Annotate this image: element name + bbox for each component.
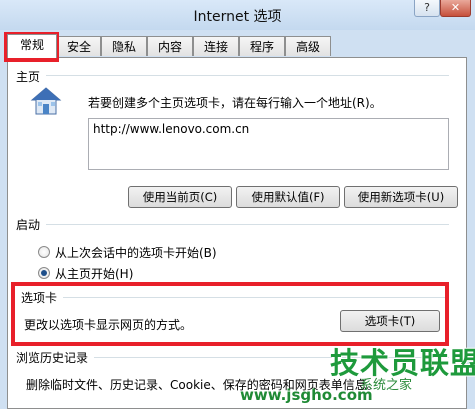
watermark-url: www.jsgho.com — [240, 386, 373, 404]
startup-home-radio[interactable] — [38, 267, 50, 279]
use-default-button[interactable]: 使用默认值(F) — [236, 186, 340, 208]
title-bar: Internet 选项 ? ✕ — [0, 0, 475, 30]
close-button[interactable]: ✕ — [440, 0, 471, 17]
startup-group-divider — [24, 224, 449, 225]
home-url-field[interactable] — [88, 118, 449, 170]
home-group-divider — [24, 75, 449, 76]
tab-security[interactable]: 安全 — [57, 36, 101, 56]
startup-group-label: 启动 — [16, 216, 47, 233]
tab-privacy[interactable]: 隐私 — [101, 36, 147, 56]
home-group-label: 主页 — [16, 68, 47, 85]
startup-last-session-label[interactable]: 从上次会话中的选项卡开始(B) — [55, 244, 217, 261]
history-group-label: 浏览历史记录 — [16, 349, 95, 366]
house-icon — [30, 87, 62, 115]
startup-home-label[interactable]: 从主页开始(H) — [55, 265, 133, 282]
help-button[interactable]: ? — [414, 0, 440, 17]
use-current-button[interactable]: 使用当前页(C) — [128, 186, 232, 208]
tabs-section-highlight — [11, 282, 449, 346]
tab-content[interactable]: 内容 — [147, 36, 193, 56]
home-instruction: 若要创建多个主页选项卡，请在每行输入一个地址(R)。 — [88, 96, 382, 110]
startup-last-session-radio[interactable] — [38, 246, 50, 258]
use-new-tab-button[interactable]: 使用新选项卡(U) — [344, 186, 458, 208]
window-title: Internet 选项 — [193, 9, 282, 25]
tab-advanced[interactable]: 高级 — [285, 36, 331, 56]
tab-connections[interactable]: 连接 — [193, 36, 239, 56]
tab-programs[interactable]: 程序 — [239, 36, 285, 56]
tab-general[interactable]: 常规 — [7, 34, 57, 58]
